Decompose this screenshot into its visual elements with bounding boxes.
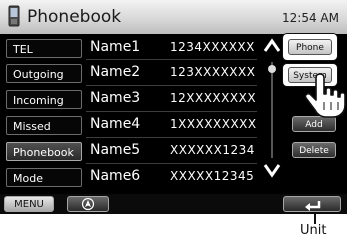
phone-icon: [8, 5, 20, 27]
header-bar: Phonebook 12:54 AM: [0, 0, 347, 34]
contact-name: Name3: [90, 90, 141, 106]
contact-name: Name5: [90, 142, 141, 158]
add-button[interactable]: Add: [292, 116, 336, 132]
scrollbar-track[interactable]: [271, 62, 273, 158]
contact-row[interactable]: Name1 1234XXXXXX: [86, 36, 257, 59]
contact-number: 123XXXXXXX: [170, 65, 256, 79]
menu-item-missed[interactable]: Missed: [6, 116, 82, 135]
menu-item-tel[interactable]: TEL: [6, 39, 82, 58]
hand-pointer-icon: [304, 73, 346, 118]
clock: 12:54 AM: [282, 11, 339, 25]
menu-item-mode[interactable]: Mode: [6, 168, 82, 187]
row-divider: [86, 59, 257, 60]
contact-number: 12XXXXXXXX: [170, 91, 257, 105]
back-button[interactable]: [283, 196, 341, 212]
row-divider: [86, 85, 257, 86]
menu-item-incoming[interactable]: Incoming: [6, 90, 82, 109]
row-divider: [86, 163, 257, 164]
contact-name: Name6: [90, 168, 141, 184]
delete-button[interactable]: Delete: [292, 142, 336, 158]
chevron-up-icon[interactable]: [263, 38, 281, 54]
contact-number: 1XXXXXXXXX: [170, 117, 257, 131]
contact-number: 1234XXXXXX: [170, 40, 255, 54]
contact-row[interactable]: Name5 XXXXXX1234: [86, 139, 257, 162]
scrollbar-thumb[interactable]: [268, 65, 276, 73]
menu-item-phonebook[interactable]: Phonebook: [6, 142, 82, 161]
navigation-icon: [81, 197, 95, 211]
contact-row[interactable]: Name6 XXXXX12345: [86, 165, 257, 188]
contact-number: XXXXX12345: [170, 169, 255, 183]
contact-name: Name4: [90, 116, 141, 132]
device-screen: Phonebook 12:54 AM TEL Outgoing Incoming…: [0, 0, 347, 214]
back-arrow-icon: [305, 201, 321, 211]
contact-row[interactable]: Name3 12XXXXXXXX: [86, 87, 257, 110]
row-divider: [86, 111, 257, 112]
contact-number: XXXXXX1234: [170, 143, 255, 157]
phone-button[interactable]: Phone: [288, 39, 332, 55]
unit-callout-label: Unit: [300, 223, 327, 238]
chevron-down-icon[interactable]: [263, 162, 281, 178]
page-title: Phonebook: [27, 7, 122, 27]
menu-button[interactable]: MENU: [4, 196, 54, 212]
navigation-button[interactable]: [67, 196, 109, 212]
menu-item-outgoing[interactable]: Outgoing: [6, 64, 82, 83]
contact-name: Name2: [90, 64, 141, 80]
contact-row[interactable]: Name4 1XXXXXXXXX: [86, 113, 257, 136]
contact-row[interactable]: Name2 123XXXXXXX: [86, 61, 257, 84]
row-divider: [86, 137, 257, 138]
contact-name: Name1: [90, 39, 141, 55]
